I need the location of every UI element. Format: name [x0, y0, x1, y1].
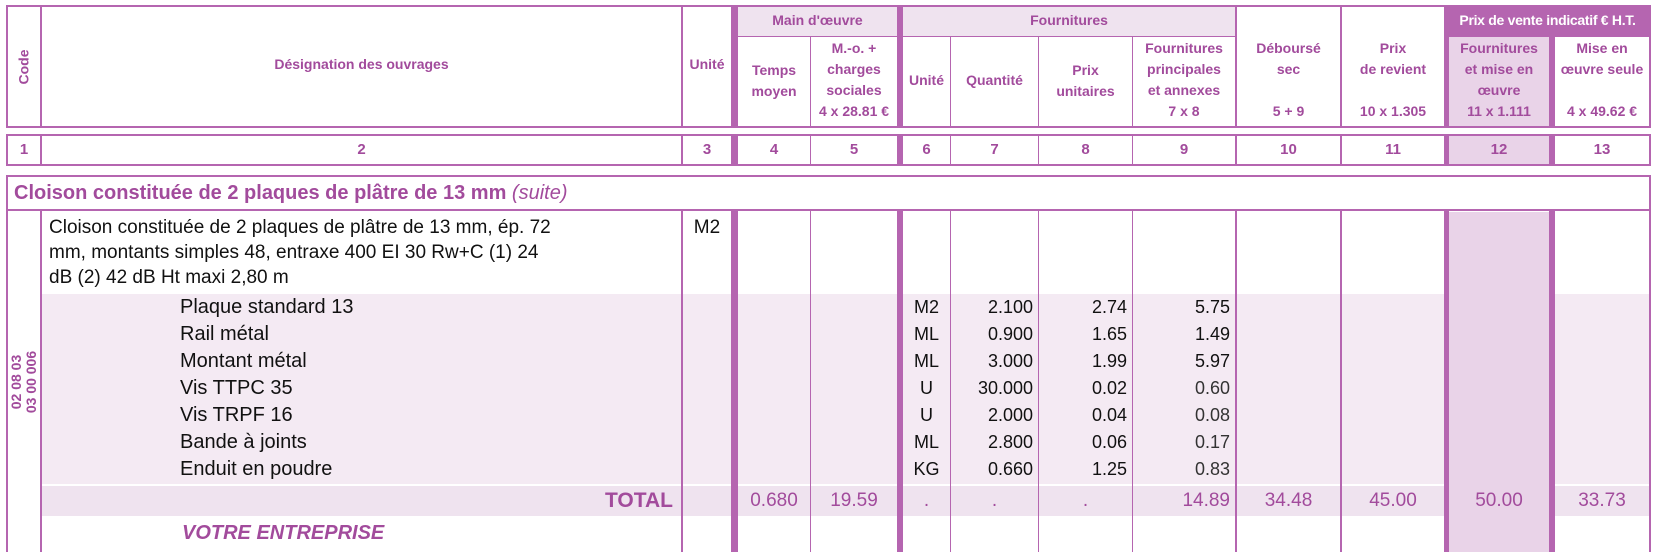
material-unit-price: 0.02 [1091, 378, 1127, 398]
material-unit: M2 [913, 297, 939, 317]
material-name: Plaque standard 13 [180, 296, 354, 318]
col-num-12: 12 [1490, 141, 1508, 158]
material-qty: 0.900 [987, 324, 1033, 344]
total-c12: 50.00 [1475, 490, 1523, 511]
header-debourse-sec: Déboursé sec 5 + 9 [1256, 40, 1321, 119]
material-unit-price: 1.65 [1091, 324, 1127, 344]
votre-entreprise: VOTRE ENTREPRISE [182, 522, 385, 544]
total-c10: 34.48 [1264, 490, 1313, 511]
material-total: 0.17 [1194, 432, 1230, 452]
header-prix-revient: Prix de revient 10 x 1.305 [1359, 40, 1427, 119]
item-code: 02 08 03 03 00 006 [8, 350, 39, 413]
material-unit-price: 1.25 [1091, 459, 1127, 479]
material-unit-price: 0.04 [1091, 405, 1127, 425]
section-title-text: Cloison constituée de 2 plaques de plâtr… [14, 182, 507, 204]
material-qty: 0.660 [987, 459, 1033, 479]
total-c9: 14.89 [1182, 490, 1230, 511]
material-total: 0.83 [1194, 459, 1230, 479]
header-fournitures-mise: Fournitures et mise en œuvre 11 x 1.111 [1460, 40, 1538, 119]
header-f-prix-unitaires: Prix unitaires [1056, 62, 1115, 99]
material-qty: 2.800 [987, 432, 1033, 452]
col-num-13: 13 [1593, 141, 1611, 158]
header-code: Code [15, 49, 32, 84]
header-f-principales: Fournitures principales et annexes 7 x 8 [1145, 40, 1223, 119]
material-qty: 3.000 [987, 351, 1033, 371]
col-num-8: 8 [1081, 141, 1090, 158]
material-qty: 2.000 [987, 405, 1033, 425]
material-unit-price: 1.99 [1091, 351, 1127, 371]
material-unit: ML [913, 351, 939, 371]
item-unit: M2 [693, 217, 721, 238]
section-title: Cloison constituée de 2 plaques de plâtr… [14, 180, 1634, 206]
total-c8: . [1082, 490, 1089, 511]
material-qty: 30.000 [977, 378, 1033, 398]
col-num-10: 10 [1280, 141, 1297, 158]
material-name: Vis TRPF 16 [180, 404, 293, 426]
material-name: Montant métal [180, 350, 307, 372]
material-unit-price: 0.06 [1091, 432, 1127, 452]
material-unit: U [920, 405, 933, 425]
material-unit: ML [913, 324, 939, 344]
header-temps-moyen: Temps moyen [751, 62, 797, 99]
total-c6: . [923, 490, 930, 511]
total-c7: . [991, 490, 998, 511]
header-mise-oeuvre-seule: Mise en œuvre seule 4 x 49.62 € [1560, 40, 1644, 119]
col-num-7: 7 [990, 141, 999, 158]
col-num-4: 4 [769, 141, 779, 158]
header-prix-vente: Prix de vente indicatif € H.T. [1459, 12, 1636, 28]
material-total: 1.49 [1194, 324, 1230, 344]
material-unit-price: 2.74 [1091, 297, 1127, 317]
total-c11: 45.00 [1369, 490, 1417, 511]
material-total: 5.75 [1194, 297, 1230, 317]
material-total: 5.97 [1194, 351, 1230, 371]
item-description: Cloison constituée de 2 plaques de plâtr… [49, 217, 551, 288]
col-num-11: 11 [1385, 141, 1401, 158]
material-unit: U [920, 378, 933, 398]
material-total: 0.60 [1194, 378, 1230, 398]
col-num-5: 5 [849, 141, 859, 158]
total-c4: 0.680 [750, 490, 798, 511]
col-num-9: 9 [1179, 141, 1189, 158]
col-num-2: 2 [357, 141, 366, 158]
material-name: Rail métal [180, 323, 269, 345]
material-qty: 2.100 [987, 297, 1033, 317]
material-name: Bande à joints [180, 431, 307, 453]
material-unit: ML [913, 432, 939, 452]
header-unite: Unité [689, 56, 725, 72]
header-fournitures: Fournitures [1030, 12, 1108, 28]
header-designation: Désignation des ouvrages [274, 56, 449, 72]
material-total: 0.08 [1194, 405, 1230, 425]
header-f-unite: Unité [909, 72, 944, 88]
col-num-1: 1 [19, 141, 29, 158]
col-num-6: 6 [922, 141, 931, 158]
material-name: Vis TTPC 35 [180, 377, 293, 399]
total-c5: 19.59 [830, 490, 878, 511]
material-name: Enduit en poudre [180, 458, 333, 480]
section-title-suite: (suite) [511, 182, 568, 204]
col-num-3: 3 [702, 141, 712, 158]
header-mo-charges: M.-o. + charges sociales 4 x 28.81 € [818, 40, 890, 119]
material-unit: KG [913, 459, 940, 479]
total-label: TOTAL [604, 489, 673, 512]
total-c13: 33.73 [1578, 490, 1626, 511]
header-f-quantite: Quantité [966, 72, 1023, 88]
header-main-oeuvre: Main d'œuvre [772, 12, 863, 28]
